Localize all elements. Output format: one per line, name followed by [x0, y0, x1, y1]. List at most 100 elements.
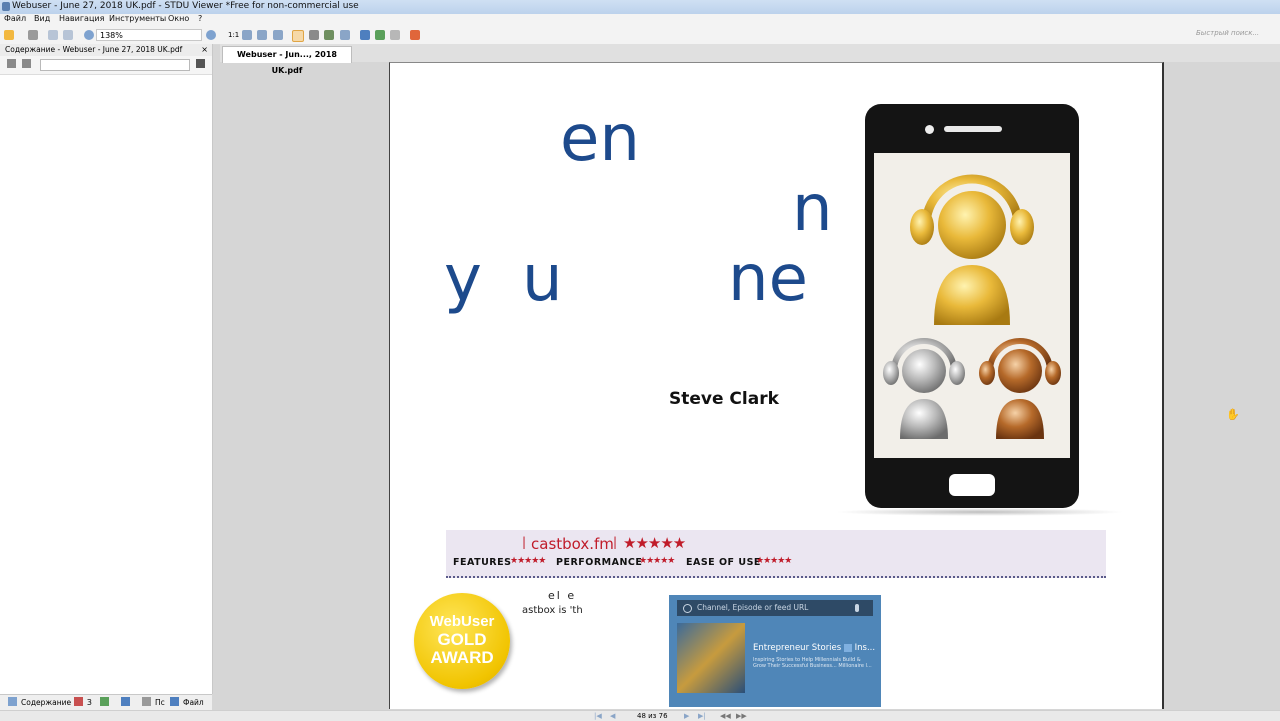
first-page-icon[interactable]: |◀: [594, 712, 602, 720]
back-forward-icon[interactable]: [375, 30, 385, 40]
performance-stars: ★★★★★: [639, 556, 675, 566]
pages-tab-icon: [142, 697, 151, 706]
fit-width-icon[interactable]: [257, 30, 267, 40]
features-label: FEATURES: [453, 557, 512, 568]
find-icon[interactable]: [360, 30, 370, 40]
podcast-listeners-illustration: [883, 174, 1061, 439]
select-text-icon[interactable]: [309, 30, 319, 40]
phone-screen: [874, 153, 1070, 458]
bookmark-icon[interactable]: [410, 30, 420, 40]
overall-stars: ★★★★★: [623, 534, 686, 552]
pdf-page: en n y u ne Steve Clark | castbox.fm | ★…: [389, 62, 1164, 709]
fit-page-icon[interactable]: [242, 30, 252, 40]
page-prev-icon[interactable]: [48, 30, 58, 40]
next-page-icon[interactable]: ▶: [684, 712, 689, 720]
heading-fragment-u: u: [522, 242, 563, 316]
tab-file[interactable]: Файл: [183, 698, 204, 707]
app-badge-icon: [843, 643, 852, 652]
zoom-select[interactable]: 138%: [96, 29, 202, 41]
status-bar: |◀ ◀ 48 из 76 ▶ ▶| ◀◀ ▶▶: [0, 710, 1280, 721]
collapse-all-icon[interactable]: [22, 59, 31, 68]
hand-cursor-icon: ✋: [1226, 408, 1240, 421]
heading-fragment-y: y: [444, 242, 482, 316]
menu-file[interactable]: Файл: [4, 14, 26, 23]
open-folder-icon[interactable]: [4, 30, 14, 40]
silver-listener-icon: [883, 338, 965, 439]
close-panel-icon[interactable]: ×: [201, 44, 208, 56]
quick-search-input[interactable]: Быстрый поиск...: [1196, 29, 1272, 41]
contents-tab-icon: [8, 697, 17, 706]
app-podcast-title: Entrepreneur Stories Ins...: [753, 643, 876, 653]
menu-view[interactable]: Вид: [34, 14, 50, 23]
bookmarks-tab-icon[interactable]: [100, 697, 109, 706]
print-icon[interactable]: [28, 30, 38, 40]
zoom-in-icon[interactable]: [206, 30, 216, 40]
back-icon[interactable]: ◀◀: [720, 712, 731, 720]
contents-panel-header: Содержание - Webuser - June 27, 2018 UK.…: [0, 44, 212, 56]
heading-fragment-en: en: [560, 102, 640, 176]
menu-tools[interactable]: Инструменты: [109, 14, 166, 23]
contents-panel-title: Содержание - Webuser - June 27, 2018 UK.…: [5, 45, 183, 54]
body-text-fragment-2: astbox is 'th: [522, 605, 583, 616]
award-line-3: AWARD: [430, 648, 494, 667]
expand-all-icon[interactable]: [7, 59, 16, 68]
features-stars: ★★★★★: [510, 556, 546, 566]
app-podcast-subtitle: Inspiring Stories to Help Millennials Bu…: [753, 657, 872, 669]
phone-camera: [925, 125, 934, 134]
search-contents-icon[interactable]: [196, 59, 205, 68]
product-name: castbox.fm: [531, 535, 614, 553]
left-panel-tabs: Содержание З Пс Файл: [0, 694, 212, 711]
page-next-icon[interactable]: [63, 30, 73, 40]
title-bar: Webuser - June 27, 2018 UK.pdf - STDU Vi…: [0, 0, 1280, 15]
menu-help[interactable]: ?: [198, 14, 202, 23]
document-tabs: [220, 44, 1280, 62]
fit-height-icon[interactable]: [273, 30, 283, 40]
tab-thumbnails[interactable]: З: [87, 698, 92, 707]
body-text-fragment-1: el e: [548, 589, 577, 602]
menu-navigation[interactable]: Навигация: [59, 14, 104, 23]
prev-page-icon[interactable]: ◀: [610, 712, 615, 720]
gold-listener-icon: [910, 174, 1034, 325]
tab-pages[interactable]: Пс: [155, 698, 165, 707]
ease-of-use-stars: ★★★★★: [756, 556, 792, 566]
performance-label: PERFORMANCE: [556, 557, 643, 568]
app-icon: [2, 2, 10, 11]
rating-separator-right: |: [613, 535, 618, 549]
author-name: Steve Clark: [669, 389, 779, 409]
last-page-icon[interactable]: ▶|: [698, 712, 706, 720]
phone-speaker: [944, 126, 1002, 132]
hand-tool-icon[interactable]: [292, 30, 304, 42]
document-tab[interactable]: Webuser - Jun..., 2018 UK.pdf: [222, 46, 352, 75]
award-line-1: WebUser: [429, 613, 495, 630]
contents-panel: [0, 44, 213, 694]
window-title: Webuser - June 27, 2018 UK.pdf - STDU Vi…: [12, 1, 359, 11]
tab-contents[interactable]: Содержание: [21, 698, 71, 707]
app-search-icon: [683, 604, 692, 613]
copy-icon[interactable]: [390, 30, 400, 40]
heading-fragment-n: n: [792, 172, 833, 246]
menu-window[interactable]: Окно: [168, 14, 189, 23]
contents-search-input[interactable]: [40, 59, 190, 71]
actual-size-button[interactable]: 1:1: [228, 31, 239, 39]
heading-fragment-ne: ne: [728, 242, 808, 316]
file-tab-icon: [170, 697, 179, 706]
ease-of-use-label: EASE OF USE: [686, 557, 761, 568]
search-tab-icon[interactable]: [121, 697, 130, 706]
marquee-zoom-icon[interactable]: [340, 30, 350, 40]
app-mic-icon: [855, 604, 859, 612]
app-search-bar: Channel, Episode or feed URL: [677, 600, 873, 616]
bronze-listener-icon: [979, 338, 1061, 439]
thumbnails-tab-icon: [74, 697, 83, 706]
rating-separator-left: |: [522, 535, 527, 549]
phone-shadow: [835, 508, 1125, 516]
gold-award-badge: WebUser GOLD AWARD: [414, 593, 510, 689]
castbox-app-screenshot: Channel, Episode or feed URL Entrepreneu…: [669, 595, 881, 707]
snapshot-icon[interactable]: [324, 30, 334, 40]
rating-box: | castbox.fm | ★★★★★ FEATURES ★★★★★ PERF…: [446, 530, 1106, 578]
forward-icon[interactable]: ▶▶: [736, 712, 747, 720]
zoom-out-icon[interactable]: [84, 30, 94, 40]
phone-illustration: [865, 104, 1079, 508]
page-indicator[interactable]: 48 из 76: [637, 712, 668, 720]
phone-home-button: [949, 474, 995, 496]
podcast-cover-art: [677, 623, 745, 693]
